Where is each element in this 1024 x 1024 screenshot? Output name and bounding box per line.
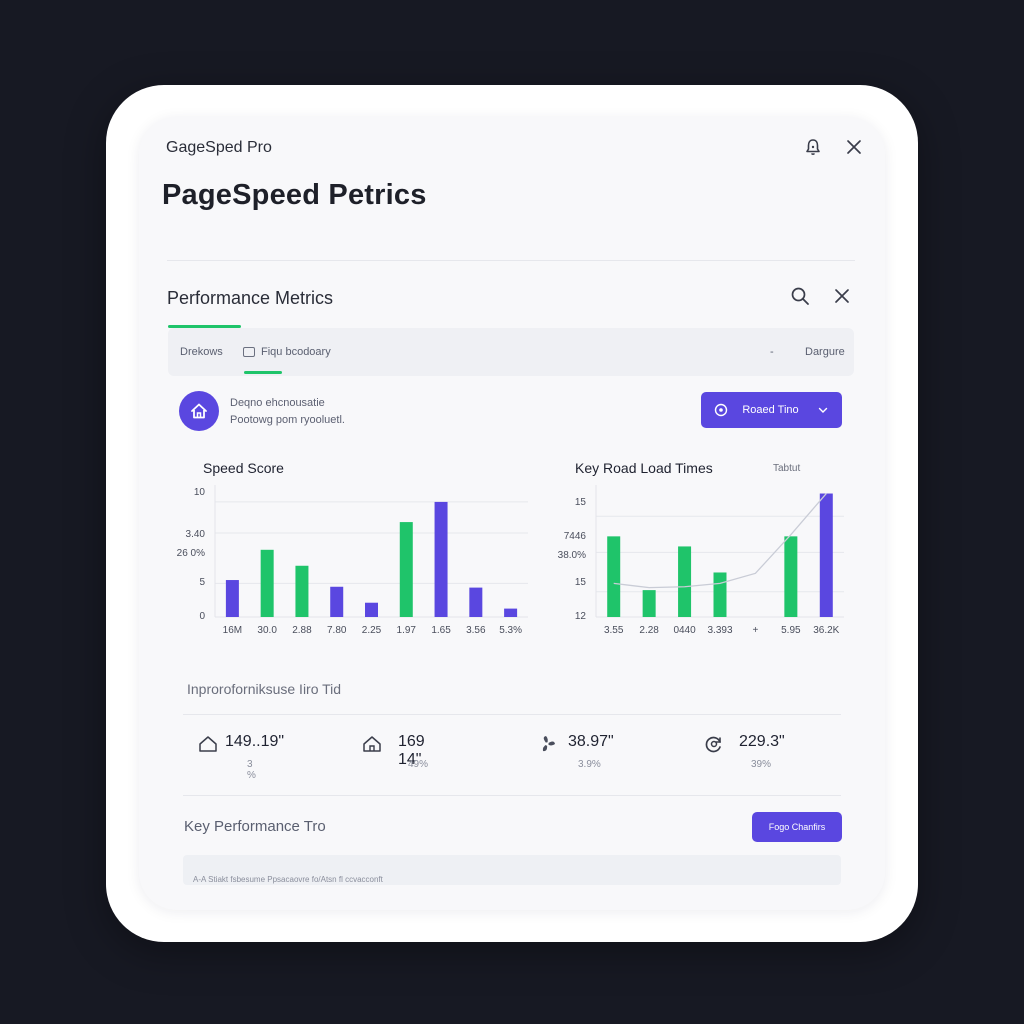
x-tick-label: 3.55 — [604, 625, 624, 636]
stat-percent: 3.9% — [578, 759, 601, 770]
y-tick-label: 12 — [575, 611, 587, 622]
info-line-2: Pootowg pom ryooluetl. — [230, 414, 345, 426]
x-tick-label: 3.393 — [707, 625, 732, 636]
chevron-down-icon — [818, 407, 827, 413]
bar — [642, 590, 656, 617]
y-tick-label: 3.40 — [186, 529, 206, 540]
y-tick-label: 7446 — [564, 531, 587, 542]
app-name: GageSped Pro — [166, 139, 272, 156]
x-tick-label: 0440 — [673, 625, 696, 636]
page-title: PageSpeed Petrics — [162, 179, 427, 211]
home-icon — [363, 736, 381, 752]
tab-icon — [243, 347, 255, 357]
home-icon — [191, 403, 207, 419]
stat-percent: 39% — [751, 759, 772, 770]
bar — [469, 587, 483, 617]
info-line-1: Deqno ehcnousatie — [230, 397, 325, 409]
bar — [365, 602, 378, 617]
strip-text: A-A Stiakt fsbesume Ppsacaovre fo/Atsn f… — [193, 875, 383, 884]
range-dropdown-label: Roaed Tino — [742, 404, 799, 416]
search-icon[interactable] — [786, 282, 814, 310]
circle-dot-icon — [715, 403, 728, 417]
tab-dargure-label: Dargure — [805, 346, 845, 358]
stat-value: 229.3" — [739, 733, 785, 750]
bar — [330, 586, 344, 617]
x-tick-label: 1.65 — [431, 625, 451, 636]
bar — [819, 493, 833, 617]
home-avatar[interactable] — [179, 391, 219, 431]
home-icon — [199, 736, 217, 752]
x-tick-label: 2.25 — [362, 625, 382, 636]
bar — [678, 546, 692, 617]
tab-drekows-label: Drekows — [180, 346, 223, 358]
x-tick-label: 30.0 — [257, 625, 277, 636]
divider — [167, 260, 855, 261]
performance-strip: A-A Stiakt fsbesume Ppsacaovre fo/Atsn f… — [183, 855, 841, 885]
range-dropdown-button[interactable]: Roaed Tino — [701, 392, 842, 428]
section-title: Performance Metrics — [167, 288, 334, 308]
y-tick-label: 5 — [199, 577, 205, 588]
stat-percent: 3 % — [247, 759, 256, 781]
bar — [295, 565, 309, 617]
x-tick-label: 2.28 — [639, 625, 659, 636]
y-tick-label: 15 — [575, 497, 587, 508]
tab-bar: Drekows Fiqu bcodoary - Dargure — [168, 328, 854, 376]
y-tick-label: 10 — [194, 487, 206, 498]
stat-value: 38.97" — [568, 733, 614, 750]
y-tick-label: 0 — [199, 611, 205, 622]
bar — [260, 549, 274, 617]
tab-fiqu-bcodoary[interactable]: Fiqu bcodoary — [243, 328, 331, 376]
y-tick-label: 15 — [575, 577, 587, 588]
divider — [183, 795, 841, 796]
x-tick-label: 5.3% — [499, 625, 522, 636]
section-close-icon[interactable] — [828, 282, 856, 310]
x-tick-label: 2.88 — [292, 625, 312, 636]
app-window: GageSped Pro PageSpeed Petrics Performan… — [139, 117, 885, 910]
x-tick-label: 36.2K — [813, 625, 839, 636]
page-charts-button[interactable]: Fogo Chanfirs — [752, 812, 842, 842]
x-tick-label: 3.56 — [466, 625, 486, 636]
y-tick-label: 26 0% — [177, 548, 205, 559]
active-tab-indicator — [244, 371, 282, 374]
tab-drekows[interactable]: Drekows — [180, 328, 223, 376]
x-tick-label: 16M — [223, 625, 242, 636]
x-tick-label: 5.95 — [781, 625, 801, 636]
y-tick-label: 38.0% — [558, 550, 586, 561]
key-load-times-chart: 15 7446 38.0% 15 12 3.55 2.28 0440 3.393 +5.95 36.… — [558, 485, 844, 636]
fan-icon — [542, 736, 555, 752]
refresh-icon — [705, 736, 721, 753]
speed-score-chart: 10 3.40 26 0% 5 0 16M 30.0 2.88 7.80 2.25 1.97 1.65… — [177, 485, 528, 636]
bell-icon[interactable] — [799, 133, 827, 161]
bar — [434, 501, 448, 617]
stat-value: 149..19" — [225, 733, 285, 750]
close-icon[interactable] — [840, 133, 868, 161]
tab-fiqu-bcodoary-label: Fiqu bcodoary — [261, 346, 331, 358]
bar — [225, 580, 239, 617]
bar — [607, 536, 621, 617]
divider — [183, 714, 841, 715]
improvements-title: Inproroforniksuse Iiro Tid — [187, 681, 342, 697]
x-tick-label: + — [753, 625, 759, 636]
stat-percent: 49% — [408, 759, 429, 770]
tab-dargure[interactable]: Dargure — [805, 328, 845, 376]
bar — [784, 536, 798, 617]
tab-dash: - — [770, 346, 774, 358]
bar — [504, 608, 518, 617]
key-performance-title: Key Performance Tro — [184, 818, 326, 835]
x-tick-label: 7.80 — [327, 625, 347, 636]
bar — [713, 572, 727, 617]
bar — [399, 522, 413, 617]
x-tick-label: 1.97 — [397, 625, 417, 636]
